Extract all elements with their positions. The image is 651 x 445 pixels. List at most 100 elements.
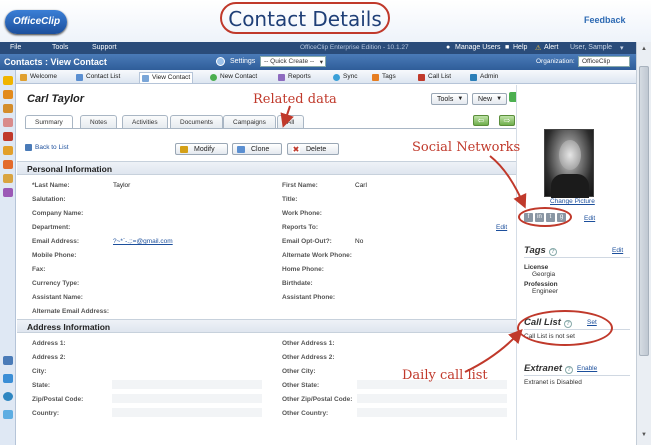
people-module-icon[interactable] <box>3 374 13 383</box>
field-label: City: <box>32 368 47 375</box>
back-to-list-link[interactable]: Back to List <box>25 144 69 151</box>
field-label: Department: <box>32 224 71 231</box>
help-link[interactable]: Help <box>513 44 527 51</box>
organization-select[interactable]: OfficeClip <box>578 56 630 67</box>
state-value-field <box>112 380 262 389</box>
officeclip-logo[interactable]: OfficeClip <box>5 10 67 34</box>
tab-tags[interactable]: Tags <box>370 72 398 83</box>
menu-file[interactable]: File <box>10 44 21 51</box>
documents-module-icon[interactable] <box>3 104 13 113</box>
tab-sync[interactable]: Sync <box>331 72 359 83</box>
calendar-module-icon[interactable] <box>3 160 13 169</box>
app-banner: OfficeClip Contact Details Feedback <box>0 0 651 42</box>
tab-call-list[interactable]: Call List <box>416 72 453 83</box>
tab-reports[interactable]: Reports <box>276 72 313 83</box>
subtab-all[interactable]: All <box>277 115 305 128</box>
info-module-icon[interactable] <box>3 392 13 401</box>
previous-record-button[interactable]: ⇦ <box>473 115 489 126</box>
next-record-button[interactable]: ⇨ <box>499 115 515 126</box>
scroll-up-icon[interactable]: ▲ <box>639 46 649 54</box>
modify-button[interactable]: Modify <box>175 143 228 155</box>
other-zip-value-field <box>357 394 507 403</box>
field-label: Work Phone: <box>282 210 322 217</box>
new-label: New <box>478 96 493 103</box>
tab-view-contact[interactable]: View Contact <box>139 72 194 83</box>
help-icon[interactable]: ? <box>565 366 574 374</box>
personal-info-header: Personal Information <box>17 161 516 175</box>
projects-module-icon[interactable] <box>3 146 13 155</box>
tags-edit-link[interactable]: Edit <box>612 247 623 254</box>
tab-contact-list[interactable]: Contact List <box>74 72 122 83</box>
tab-label: Sync <box>343 73 358 80</box>
issues-module-icon[interactable] <box>3 132 13 141</box>
left-module-strip <box>0 70 16 445</box>
chevron-down-icon[interactable]: ▾ <box>620 44 624 52</box>
contact-toolbar: Welcome Contact List View Contact New Co… <box>16 70 636 84</box>
quick-create-select[interactable]: -- Quick Create -- ▾ <box>260 56 326 67</box>
feedback-link[interactable]: Feedback <box>584 15 626 25</box>
phone-icon <box>418 74 425 81</box>
help-icon[interactable]: ? <box>548 248 557 256</box>
help-module-icon[interactable] <box>3 356 13 365</box>
menu-support[interactable]: Support <box>92 44 117 51</box>
menu-tools[interactable]: Tools <box>52 44 68 51</box>
photo-body <box>551 174 589 198</box>
modify-label: Modify <box>194 146 215 153</box>
extranet-title: Extranet <box>524 363 563 374</box>
email-link[interactable]: ?~*`-.;:=@gmail.com <box>113 238 173 245</box>
tab-label: Welcome <box>30 73 57 80</box>
contacts-module-icon[interactable] <box>3 76 13 85</box>
new-dropdown[interactable]: New ▼ <box>472 93 508 105</box>
tab-admin[interactable]: Admin <box>468 72 500 83</box>
field-label: Email Opt-Out?: <box>282 238 332 245</box>
vertical-scrollbar[interactable]: ▲ ▼ <box>636 42 651 445</box>
extranet-divider <box>524 375 630 376</box>
subtab-summary[interactable]: Summary <box>25 115 73 128</box>
manage-users-link[interactable]: Manage Users <box>455 44 501 51</box>
field-value-last-name: Taylor <box>113 182 131 189</box>
alert-icon: ⚠ <box>535 45 542 52</box>
social-edit-link[interactable]: Edit <box>584 215 595 222</box>
right-sidebar: Change Picture f in t g Edit Tags? Edit … <box>516 85 636 440</box>
scroll-down-icon[interactable]: ▼ <box>639 432 649 440</box>
user-menu[interactable]: User, Sample <box>570 44 612 51</box>
edition-text: OfficeClip Enterprise Edition - 10.1.27 <box>300 44 409 51</box>
subtab-activities[interactable]: Activities <box>122 115 168 128</box>
change-picture-link[interactable]: Change Picture <box>550 198 595 205</box>
field-label: Reports To: <box>282 224 318 231</box>
reports-to-edit-link[interactable]: Edit <box>496 224 507 231</box>
field-label: Other Country: <box>282 410 329 417</box>
alert-link[interactable]: Alert <box>544 44 558 51</box>
tab-welcome[interactable]: Welcome <box>18 72 59 83</box>
tools-dropdown[interactable]: Tools ▼ <box>431 93 469 105</box>
field-label: Other City: <box>282 368 316 375</box>
settings-module-icon[interactable] <box>3 410 13 419</box>
settings-link[interactable]: Settings <box>230 58 255 65</box>
field-label: State: <box>32 382 51 389</box>
reports-module-icon[interactable] <box>3 188 13 197</box>
subtab-documents[interactable]: Documents <box>170 115 223 128</box>
tab-divider <box>25 128 516 129</box>
chevron-down-icon: ▾ <box>319 59 323 66</box>
page-title: Contacts : View Contact <box>4 57 107 67</box>
notes-module-icon[interactable] <box>3 118 13 127</box>
field-label: Fax: <box>32 266 46 273</box>
contact-photo[interactable] <box>544 129 594 198</box>
report-icon <box>278 74 285 81</box>
home-icon <box>20 74 27 81</box>
field-label: Birthdate: <box>282 280 313 287</box>
tab-label: Call List <box>428 73 452 80</box>
field-label: Other State: <box>282 382 320 389</box>
scrollbar-thumb[interactable] <box>639 66 649 356</box>
annotation-daily-call-list: Daily call list <box>402 368 488 383</box>
subtab-campaigns[interactable]: Campaigns <box>223 115 276 128</box>
subtab-notes[interactable]: Notes <box>80 115 117 128</box>
email-module-icon[interactable] <box>3 90 13 99</box>
settings-gear-icon[interactable] <box>216 57 225 66</box>
tab-new-contact[interactable]: New Contact <box>208 72 259 83</box>
title-bar: Contacts : View Contact Settings -- Quic… <box>0 54 636 70</box>
clone-button[interactable]: Clone <box>232 143 283 155</box>
tasks-module-icon[interactable] <box>3 174 13 183</box>
extranet-enable-link[interactable]: Enable <box>577 365 597 372</box>
delete-button[interactable]: ✖ Delete <box>287 143 340 155</box>
